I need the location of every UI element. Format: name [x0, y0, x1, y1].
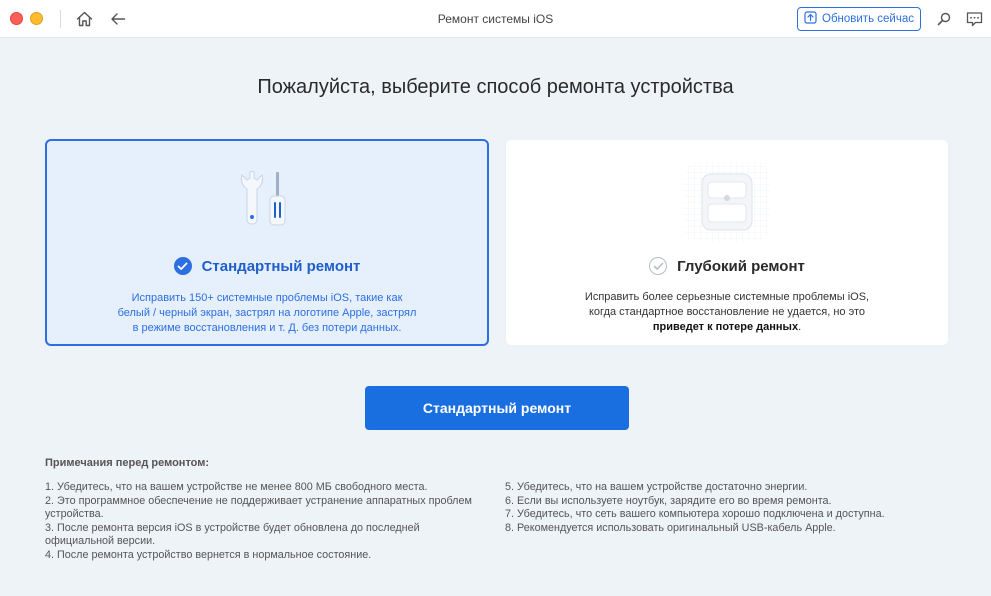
search-icon[interactable] [934, 9, 954, 29]
standard-repair-description: Исправить 150+ системные проблемы iOS, т… [77, 291, 457, 336]
page-title: Пожалуйста, выберите способ ремонта устр… [257, 76, 734, 98]
deep-repair-title: Глубокий ремонт [677, 257, 805, 275]
deep-desc-line: когда стандартное восстановление не удае… [589, 306, 865, 318]
deep-repair-description: Исправить более серьезные системные проб… [536, 290, 918, 335]
standard-repair-heading: Стандартный ремонт [47, 257, 487, 275]
note-item: 3. После ремонта версия iOS в устройстве… [45, 521, 420, 548]
standard-desc-line: в режиме восстановления и т. Д. без поте… [132, 322, 402, 334]
note-item: 5. Убедитесь, что на вашем устройстве до… [505, 481, 808, 493]
standard-repair-button[interactable]: Стандартный ремонт [365, 386, 629, 430]
feedback-icon[interactable] [964, 9, 984, 29]
note-item: 8. Рекомендуется использовать оригинальн… [505, 521, 836, 534]
deep-desc-line: приведет к потере данных. [536, 320, 918, 335]
title-bar: Ремонт системы iOS Обновить сейчас [0, 0, 991, 38]
notes-right-column: 5. Убедитесь, что на вашем устройстве до… [505, 481, 945, 535]
deep-repair-card[interactable]: Глубокий ремонт Исправить более серьезны… [505, 139, 949, 346]
note-item: 6. Если вы используете ноутбук, зарядите… [505, 494, 832, 507]
update-icon [804, 11, 817, 27]
update-button-label: Обновить сейчас [822, 13, 914, 25]
standard-repair-card[interactable]: Стандартный ремонт Исправить 150+ систем… [45, 139, 489, 346]
note-item: 7. Убедитесь, что сеть вашего компьютера… [505, 508, 885, 520]
standard-repair-title: Стандартный ремонт [201, 257, 361, 275]
note-item: 4. После ремонта устройство вернется в н… [45, 548, 372, 561]
standard-desc-line: белый / черный экран, застрял на логотип… [117, 307, 417, 319]
deep-repair-heading: Глубокий ремонт [506, 257, 948, 275]
check-icon [649, 257, 668, 275]
update-now-button[interactable]: Обновить сейчас [797, 7, 921, 31]
notes-left-column: 1. Убедитесь, что на вашем устройстве не… [45, 481, 475, 562]
deep-desc-line: Исправить более серьезные системные проб… [584, 291, 870, 303]
data-loss-warning: приведет к потере данных [652, 321, 799, 333]
deep-desc-end: . [798, 321, 802, 333]
notes-title: Примечания перед ремонтом: [45, 457, 210, 469]
note-item: 2. Это программное обеспечение не поддер… [45, 494, 472, 521]
note-item: 1. Убедитесь, что на вашем устройстве не… [45, 481, 428, 493]
standard-desc-line: Исправить 150+ системные проблемы iOS, т… [131, 292, 403, 304]
repair-tools-icon [232, 167, 302, 231]
check-icon [173, 257, 192, 275]
device-icon [682, 160, 772, 244]
